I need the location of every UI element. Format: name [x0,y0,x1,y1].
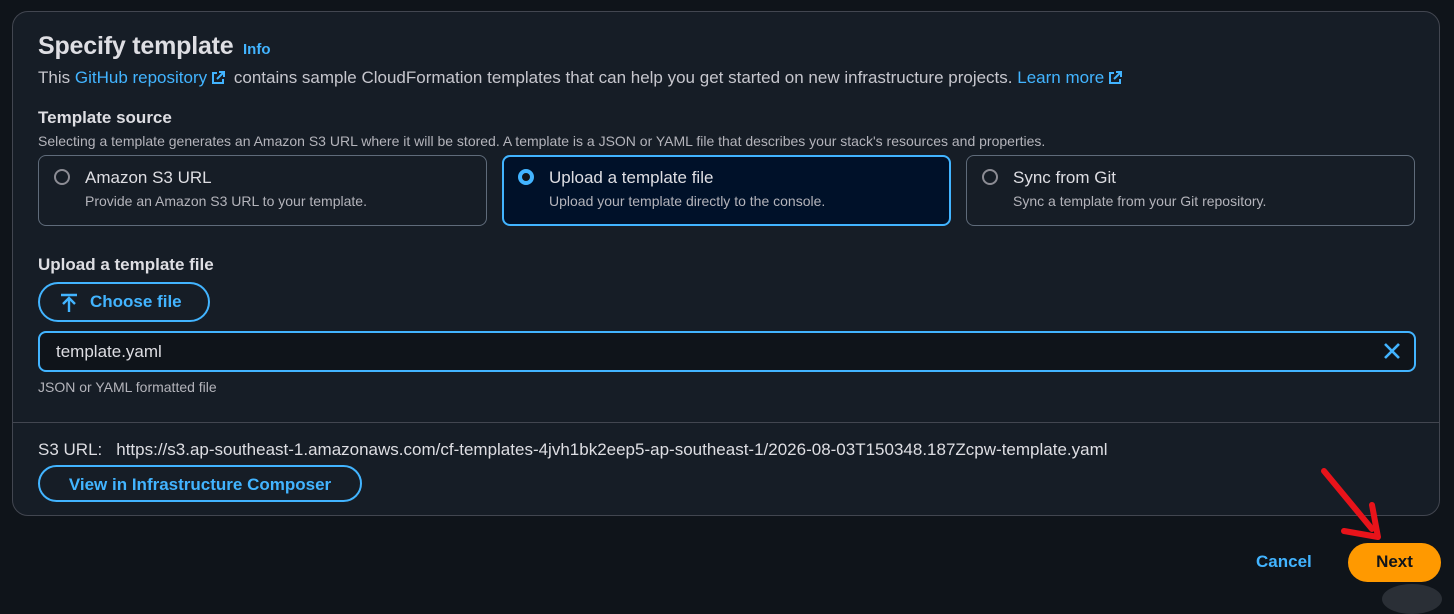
next-button-label: Next [1376,552,1413,571]
info-link[interactable]: Info [243,41,271,58]
clear-icon[interactable] [1383,342,1401,360]
github-repository-link[interactable]: GitHub repository [75,68,229,87]
template-source-label: Template source [38,108,172,127]
desc-middle: contains sample CloudFormation templates… [233,68,1013,87]
file-format-hint: JSON or YAML formatted file [38,379,217,395]
s3-url-value: https://s3.ap-southeast-1.amazonaws.com/… [116,440,1108,459]
learn-more-link[interactable]: Learn more [1017,68,1126,87]
option-title: Amazon S3 URL [85,168,212,187]
radio-button[interactable] [54,169,70,185]
learn-more-label: Learn more [1017,68,1105,87]
option-amazon-s3-url[interactable]: Amazon S3 URL Provide an Amazon S3 URL t… [38,155,487,226]
github-link-label: GitHub repository [74,68,208,87]
option-description: Provide an Amazon S3 URL to your templat… [85,193,367,209]
choose-file-button[interactable]: Choose file [38,282,210,322]
desc-prefix: This [38,68,71,87]
scroll-corner-widget [1382,584,1442,614]
specify-template-panel: Specify template Info This GitHub reposi… [12,11,1440,516]
section-description: This GitHub repository contains sample C… [38,68,1126,88]
external-link-icon [212,71,226,84]
external-link-icon [1109,71,1123,84]
radio-button[interactable] [982,169,998,185]
upload-icon [61,293,77,312]
annotation-arrow-icon [1321,468,1381,540]
file-name: template.yaml [56,342,162,361]
divider [13,422,1439,423]
option-upload-template-file[interactable]: Upload a template file Upload your templ… [502,155,951,226]
option-description: Upload your template directly to the con… [549,193,826,209]
radio-button-selected[interactable] [518,169,534,185]
upload-label: Upload a template file [38,255,214,274]
option-description: Sync a template from your Git repository… [1013,193,1267,209]
choose-file-label: Choose file [90,292,182,311]
option-title: Upload a template file [549,168,714,187]
cancel-button[interactable]: Cancel [1256,552,1312,572]
composer-button-label: View in Infrastructure Composer [68,475,332,494]
section-title: Specify template [38,32,234,60]
next-button[interactable]: Next [1348,543,1441,582]
s3-url-label: S3 URL: [38,440,103,459]
s3-url-row: S3 URL: https://s3.ap-southeast-1.amazona… [38,440,1108,460]
view-in-infrastructure-composer-button[interactable]: View in Infrastructure Composer [38,465,362,502]
option-sync-from-git[interactable]: Sync from Git Sync a template from your … [966,155,1415,226]
option-title: Sync from Git [1013,168,1116,187]
template-source-description: Selecting a template generates an Amazon… [38,133,1046,149]
selected-file-field[interactable]: template.yaml [38,331,1416,372]
